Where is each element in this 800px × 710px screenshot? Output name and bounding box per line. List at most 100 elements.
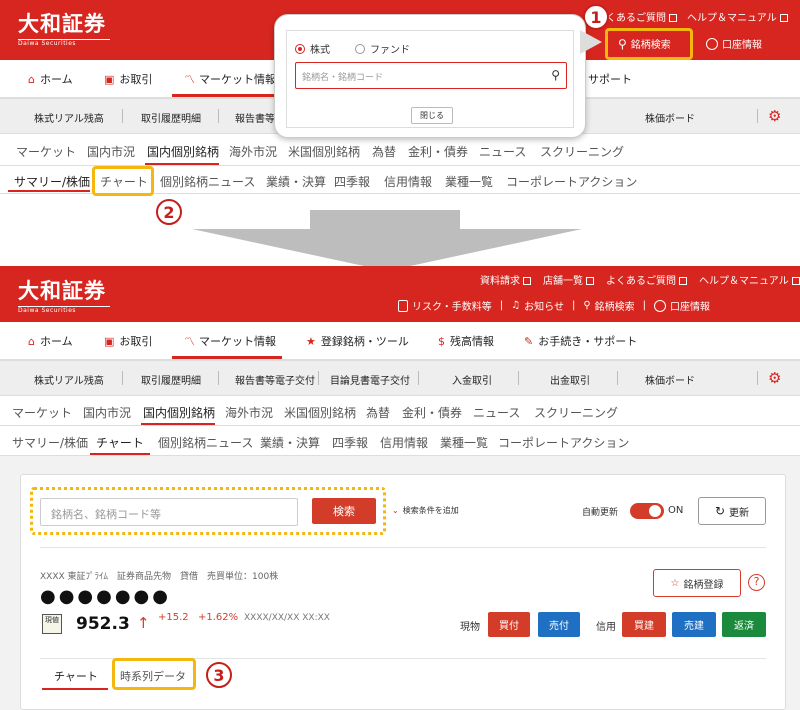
genbutsu-label: 現物 [460, 622, 480, 633]
header-link-help[interactable]: ヘルプ＆マニュアル [699, 272, 800, 287]
account-link[interactable]: 口座情報 [654, 298, 710, 313]
detail-tabs: サマリー/株価 チャート 個別銘柄ニュース 業績・決算 四季報 信用情報 業種一… [0, 426, 800, 456]
tab-us-stock[interactable]: 米国個別銘柄 [288, 143, 360, 160]
nav-home[interactable]: ⌂ ホーム [28, 333, 73, 349]
tab-fx[interactable]: 為替 [366, 404, 390, 421]
tab-summary[interactable]: サマリー/株価 [12, 434, 88, 451]
tab-overseas[interactable]: 海外市況 [225, 404, 273, 421]
margin-sell-button[interactable]: 売建 [672, 612, 716, 637]
nav-trade[interactable]: ▣ お取引 [104, 333, 152, 349]
tab-shikiho[interactable]: 四季報 [332, 434, 368, 451]
marker-1: 1 [583, 4, 609, 30]
tab-chart-view[interactable]: チャート [54, 668, 98, 684]
tab-domestic[interactable]: 国内市況 [87, 143, 135, 160]
tab-domestic-stock[interactable]: 国内個別銘柄 [147, 143, 219, 160]
tab-corporate-action[interactable]: コーポレートアクション [498, 434, 629, 451]
settings-gear-icon[interactable]: ⚙ [768, 369, 781, 387]
tab-stock-news[interactable]: 個別銘柄ニュース [160, 173, 255, 190]
add-condition-link[interactable]: ⌄ 検索条件を追加 [392, 505, 459, 516]
sell-button[interactable]: 売付 [538, 612, 580, 637]
subnav-report-top[interactable]: 報告書等 [235, 110, 275, 125]
subnav-stock-balance[interactable]: 株式リアル残高 [34, 372, 104, 387]
radio-fund-label: ファンド [370, 45, 410, 56]
subnav-stock-balance-top[interactable]: 株式リアル残高 [34, 110, 104, 125]
brand-logo[interactable]: 大和証券 Daiwa Securities [18, 275, 110, 314]
nav-support-top[interactable]: サポート [588, 71, 632, 87]
header-link-help[interactable]: ヘルプ＆マニュアル [687, 9, 788, 24]
tab-overseas[interactable]: 海外市況 [229, 143, 277, 160]
subnav-history[interactable]: 取引履歴明細 [141, 372, 201, 387]
chart-icon: 〽 [184, 335, 195, 348]
tab-news[interactable]: ニュース [473, 404, 520, 421]
tab-screening[interactable]: スクリーニング [540, 143, 624, 160]
tab-market[interactable]: マーケット [12, 404, 72, 421]
auto-refresh-toggle[interactable] [630, 503, 664, 519]
subnav-history-top[interactable]: 取引履歴明細 [141, 110, 201, 125]
header-link-stores[interactable]: 店舗一覧 [543, 272, 594, 287]
popup-close-button[interactable]: 閉じる [411, 107, 453, 124]
tab-market[interactable]: マーケット [16, 143, 76, 160]
radio-stock[interactable]: 株式 [295, 41, 330, 56]
nav-market[interactable]: 〽マーケット情報 [184, 333, 276, 349]
tab-shikiho[interactable]: 四季報 [334, 173, 370, 190]
nav-support[interactable]: ✎ お手続き・サポート [524, 333, 637, 349]
up-arrow-icon: ↑ [137, 614, 150, 632]
tab-margin[interactable]: 信用情報 [380, 434, 428, 451]
tab-chart[interactable]: チャート [96, 434, 144, 451]
settings-gear-icon[interactable]: ⚙ [768, 107, 781, 125]
nav-balance[interactable]: $ 残高情報 [438, 333, 494, 349]
dollar-icon: $ [438, 334, 445, 348]
category-tabs-top: マーケット 国内市況 国内個別銘柄 海外市況 米国個別銘柄 為替 金利・債券 ニ… [0, 134, 800, 166]
star-icon: ★ [306, 334, 316, 348]
tab-bond[interactable]: 金利・債券 [402, 404, 462, 421]
subnav-deposit[interactable]: 入金取引 [452, 372, 492, 387]
tab-earnings[interactable]: 業績・決算 [266, 173, 326, 190]
tab-domestic-stock[interactable]: 国内個別銘柄 [143, 404, 215, 421]
marker-2: 2 [156, 199, 182, 225]
tab-domestic[interactable]: 国内市況 [83, 404, 131, 421]
stock-search-link[interactable]: ⚲ 銘柄検索 [583, 298, 634, 313]
notifications-link[interactable]: ♫ お知らせ [511, 298, 564, 313]
tab-industry[interactable]: 業種一覧 [440, 434, 488, 451]
nav-trade-top[interactable]: ▣ お取引 [104, 71, 152, 87]
tab-screening[interactable]: スクリーニング [534, 404, 618, 421]
stock-meta: XXXX 東証ﾌﾟﾗｲﾑ 証券商品先物 貸借 売買単位：100株 [40, 572, 279, 582]
subnav-withdraw[interactable]: 出金取引 [550, 372, 590, 387]
tab-fx[interactable]: 為替 [372, 143, 396, 160]
tab-news[interactable]: ニュース [479, 143, 526, 160]
popup-search-placeholder: 銘柄名・銘柄コード [302, 73, 384, 83]
tab-margin[interactable]: 信用情報 [384, 173, 432, 190]
header-link-faq[interactable]: よくあるご質問 [606, 272, 687, 287]
radio-stock-label: 株式 [310, 45, 330, 56]
account-link-top[interactable]: 口座情報 [706, 36, 762, 51]
tab-summary[interactable]: サマリー/株価 [14, 173, 90, 190]
highlight-search-link-top [605, 28, 693, 60]
popup-search-field[interactable]: 銘柄名・銘柄コード ⚲ [295, 62, 567, 89]
subnav-report[interactable]: 報告書等電子交付 [235, 372, 315, 387]
tab-corporate-action[interactable]: コーポレートアクション [506, 173, 637, 190]
return-button[interactable]: 返済 [722, 612, 766, 637]
tab-bond[interactable]: 金利・債券 [408, 143, 468, 160]
tab-us-stock[interactable]: 米国個別銘柄 [284, 404, 356, 421]
header-link-request[interactable]: 資料請求 [480, 272, 531, 287]
account-icon [706, 37, 718, 50]
nav-watchlist[interactable]: ★ 登録銘柄・ツール [306, 333, 409, 349]
search-icon[interactable]: ⚲ [551, 68, 560, 82]
subnav-prospectus[interactable]: 目論見書電子交付 [330, 372, 410, 387]
tab-earnings[interactable]: 業績・決算 [260, 434, 320, 451]
buy-button[interactable]: 買付 [488, 612, 530, 637]
watchlist-register-button[interactable]: ☆ 銘柄登録 [653, 569, 741, 597]
subnav-board[interactable]: 株価ボード [645, 372, 695, 387]
risk-fee-link[interactable]: リスク・手数料等 [398, 298, 492, 313]
help-icon[interactable]: ? [748, 574, 765, 591]
refresh-button[interactable]: ↻ 更新 [698, 497, 766, 525]
category-tabs: マーケット 国内市況 国内個別銘柄 海外市況 米国個別銘柄 為替 金利・債券 ニ… [0, 396, 800, 426]
nav-market-top[interactable]: 〽マーケット情報 [184, 71, 276, 87]
subnav-board-top[interactable]: 株価ボード [645, 110, 695, 125]
tab-industry[interactable]: 業種一覧 [445, 173, 493, 190]
brand-logo[interactable]: 大和証券 Daiwa Securities [18, 8, 110, 47]
margin-buy-button[interactable]: 買建 [622, 612, 666, 637]
nav-home-top[interactable]: ⌂ ホーム [28, 71, 73, 87]
radio-fund[interactable]: ファンド [355, 41, 410, 56]
tab-stock-news[interactable]: 個別銘柄ニュース [158, 434, 253, 451]
